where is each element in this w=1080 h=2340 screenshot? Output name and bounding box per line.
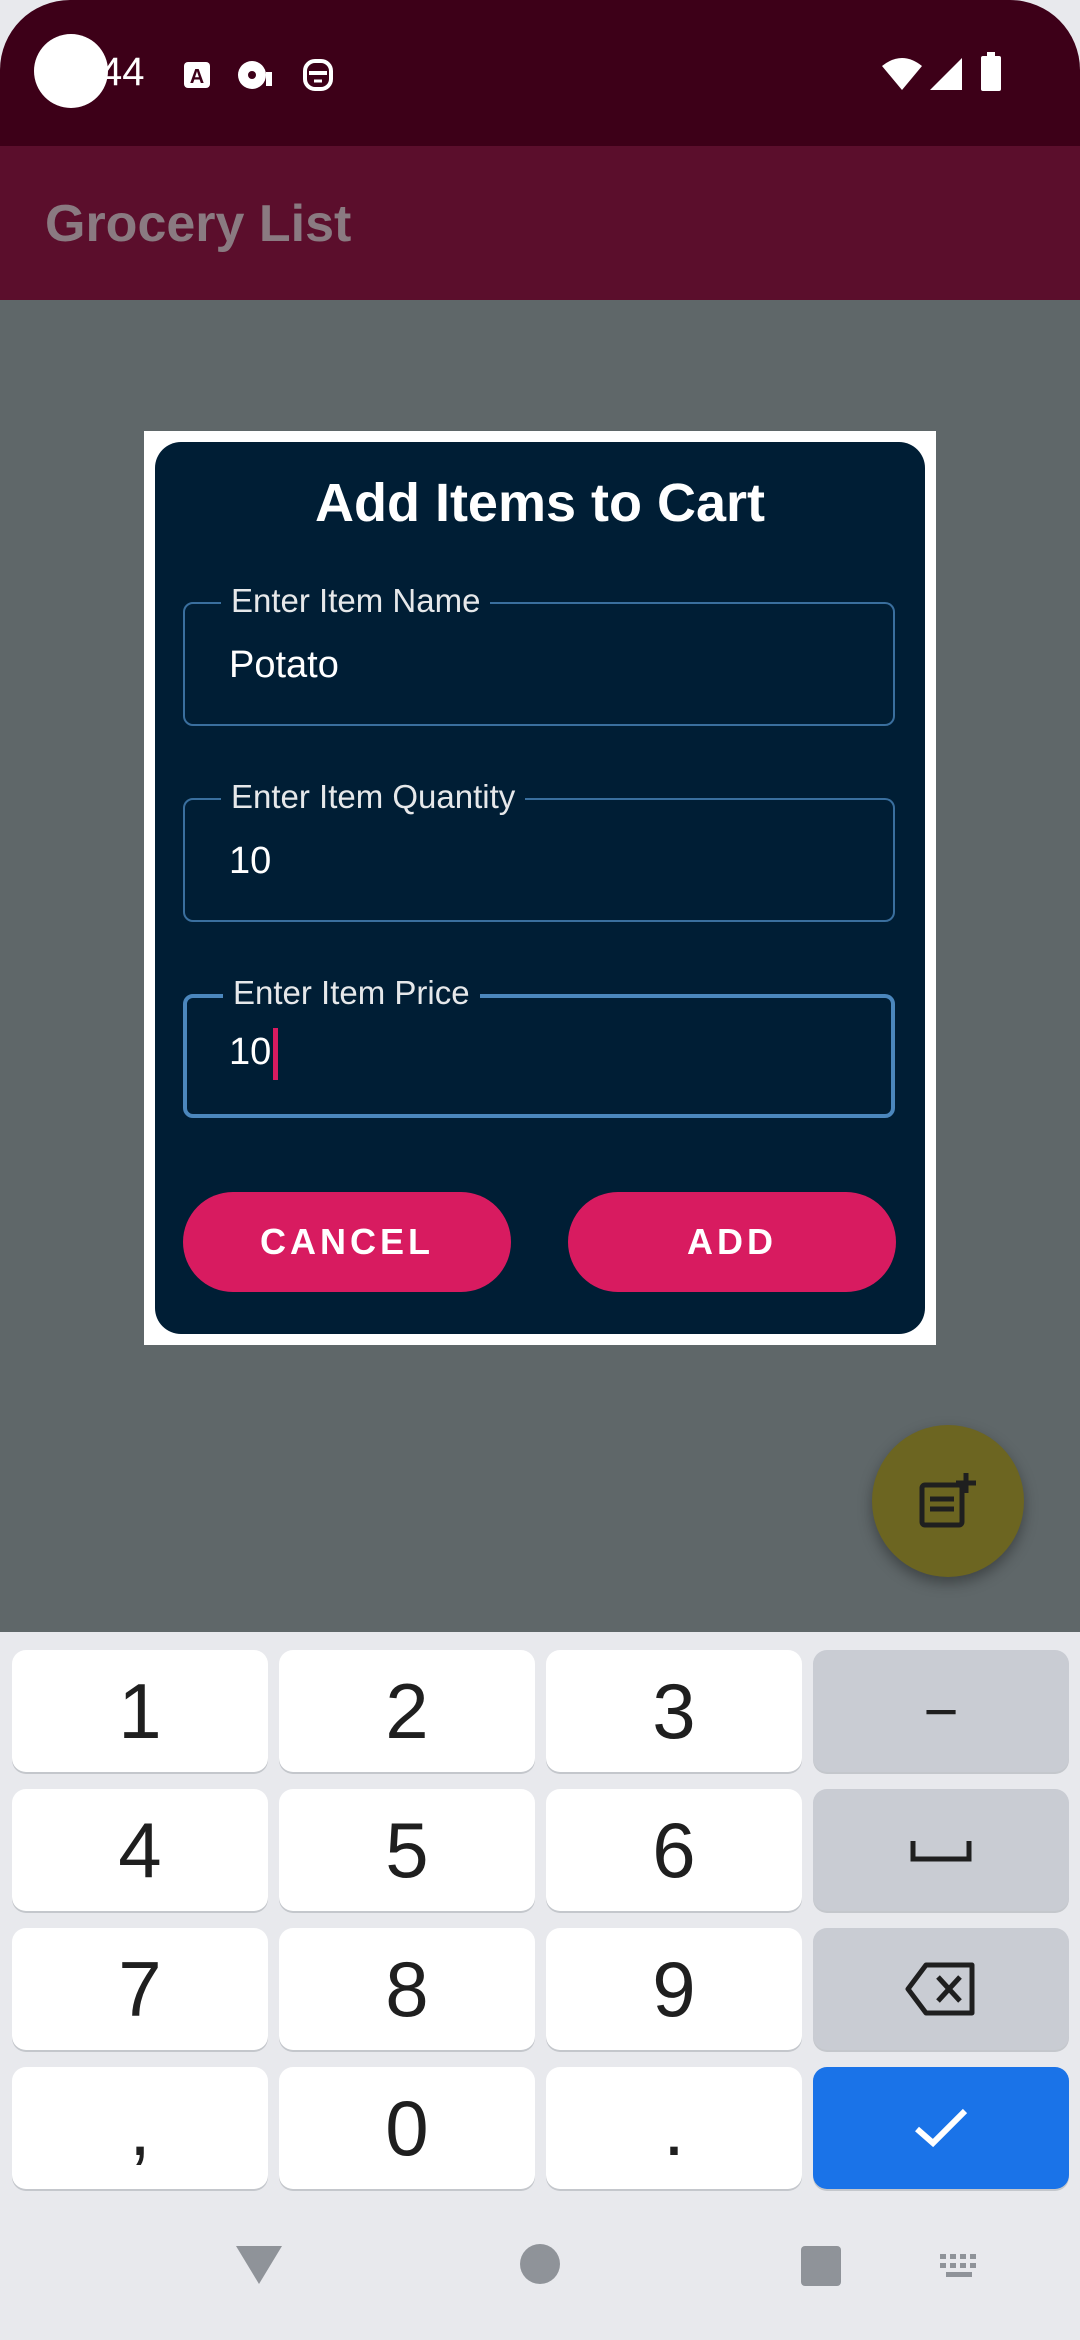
item-price-label: Enter Item Price	[223, 974, 480, 1012]
item-quantity-label: Enter Item Quantity	[221, 778, 526, 816]
numeric-keyboard: 1 2 3 − 4 5 6 7 8 9 , 0 .	[0, 1632, 1080, 2192]
navigation-bar	[0, 2192, 1080, 2340]
key-comma[interactable]: ,	[12, 2067, 268, 2189]
add-note-fab[interactable]	[872, 1425, 1024, 1577]
key-comma-label: ,	[129, 2083, 151, 2172]
key-done[interactable]	[813, 2067, 1069, 2189]
key-minus-label: −	[923, 1677, 959, 1745]
face-icon	[303, 59, 333, 91]
key-0[interactable]: 0	[279, 2067, 535, 2189]
key-4[interactable]: 4	[12, 1789, 268, 1911]
key-8[interactable]: 8	[279, 1928, 535, 2050]
cancel-button[interactable]: CANCEL	[183, 1192, 511, 1292]
note-add-icon	[919, 1473, 976, 1528]
key-7-label: 7	[118, 1944, 162, 2033]
item-price-field[interactable]: Enter Item Price 10	[183, 974, 895, 1118]
item-name-value: Potato	[229, 644, 339, 686]
text-cursor	[273, 1028, 279, 1080]
item-price-input[interactable]: 10	[229, 1028, 279, 1080]
key-9-label: 9	[652, 1944, 696, 2033]
battery-icon	[981, 52, 1001, 91]
keyboard-switch-icon[interactable]	[938, 2252, 984, 2280]
key-1[interactable]: 1	[12, 1650, 268, 1772]
key-7[interactable]: 7	[12, 1928, 268, 2050]
key-4-label: 4	[118, 1805, 162, 1894]
back-icon[interactable]	[232, 2242, 286, 2288]
home-icon[interactable]	[518, 2242, 562, 2286]
add-button[interactable]: ADD	[568, 1192, 896, 1292]
keyboard-a-icon: A	[184, 62, 210, 88]
key-9[interactable]: 9	[546, 1928, 802, 2050]
dialog-title: Add Items to Cart	[314, 473, 766, 533]
camera-cutout	[34, 34, 108, 108]
key-5-label: 5	[385, 1805, 429, 1894]
item-quantity-field[interactable]: Enter Item Quantity 10	[183, 778, 895, 922]
add-item-dialog: Add Items to Cart Enter Item Name Potato…	[155, 442, 925, 1334]
key-minus[interactable]: −	[813, 1650, 1069, 1772]
key-5[interactable]: 5	[279, 1789, 535, 1911]
key-3-label: 3	[652, 1666, 696, 1755]
key-0-label: 0	[385, 2083, 429, 2172]
recents-icon[interactable]	[799, 2244, 843, 2288]
app-title: Grocery List	[45, 195, 352, 253]
wifi-icon	[882, 58, 922, 90]
media-icon	[238, 61, 272, 89]
key-6[interactable]: 6	[546, 1789, 802, 1911]
item-name-field[interactable]: Enter Item Name Potato	[183, 582, 895, 726]
item-name-label: Enter Item Name	[221, 582, 491, 620]
key-backspace[interactable]	[813, 1928, 1069, 2050]
key-2[interactable]: 2	[279, 1650, 535, 1772]
key-2-label: 2	[385, 1666, 429, 1755]
cellular-icon	[930, 58, 962, 90]
item-quantity-value: 10	[229, 840, 272, 882]
key-8-label: 8	[385, 1944, 429, 2033]
key-space[interactable]	[813, 1789, 1069, 1911]
key-period[interactable]: .	[546, 2067, 802, 2189]
key-3[interactable]: 3	[546, 1650, 802, 1772]
item-price-value: 10	[229, 1031, 272, 1074]
svg-text:A: A	[190, 66, 204, 88]
key-period-label: .	[663, 2083, 685, 2172]
space-icon	[910, 1841, 972, 1862]
status-bar: 44 A	[0, 0, 1080, 146]
phone-screen: 44 A Grocery List Add Items to Cart Ente…	[0, 0, 1080, 2340]
key-1-label: 1	[118, 1666, 162, 1755]
check-icon	[915, 2108, 968, 2148]
key-6-label: 6	[652, 1805, 696, 1894]
backspace-icon	[905, 1962, 975, 2016]
